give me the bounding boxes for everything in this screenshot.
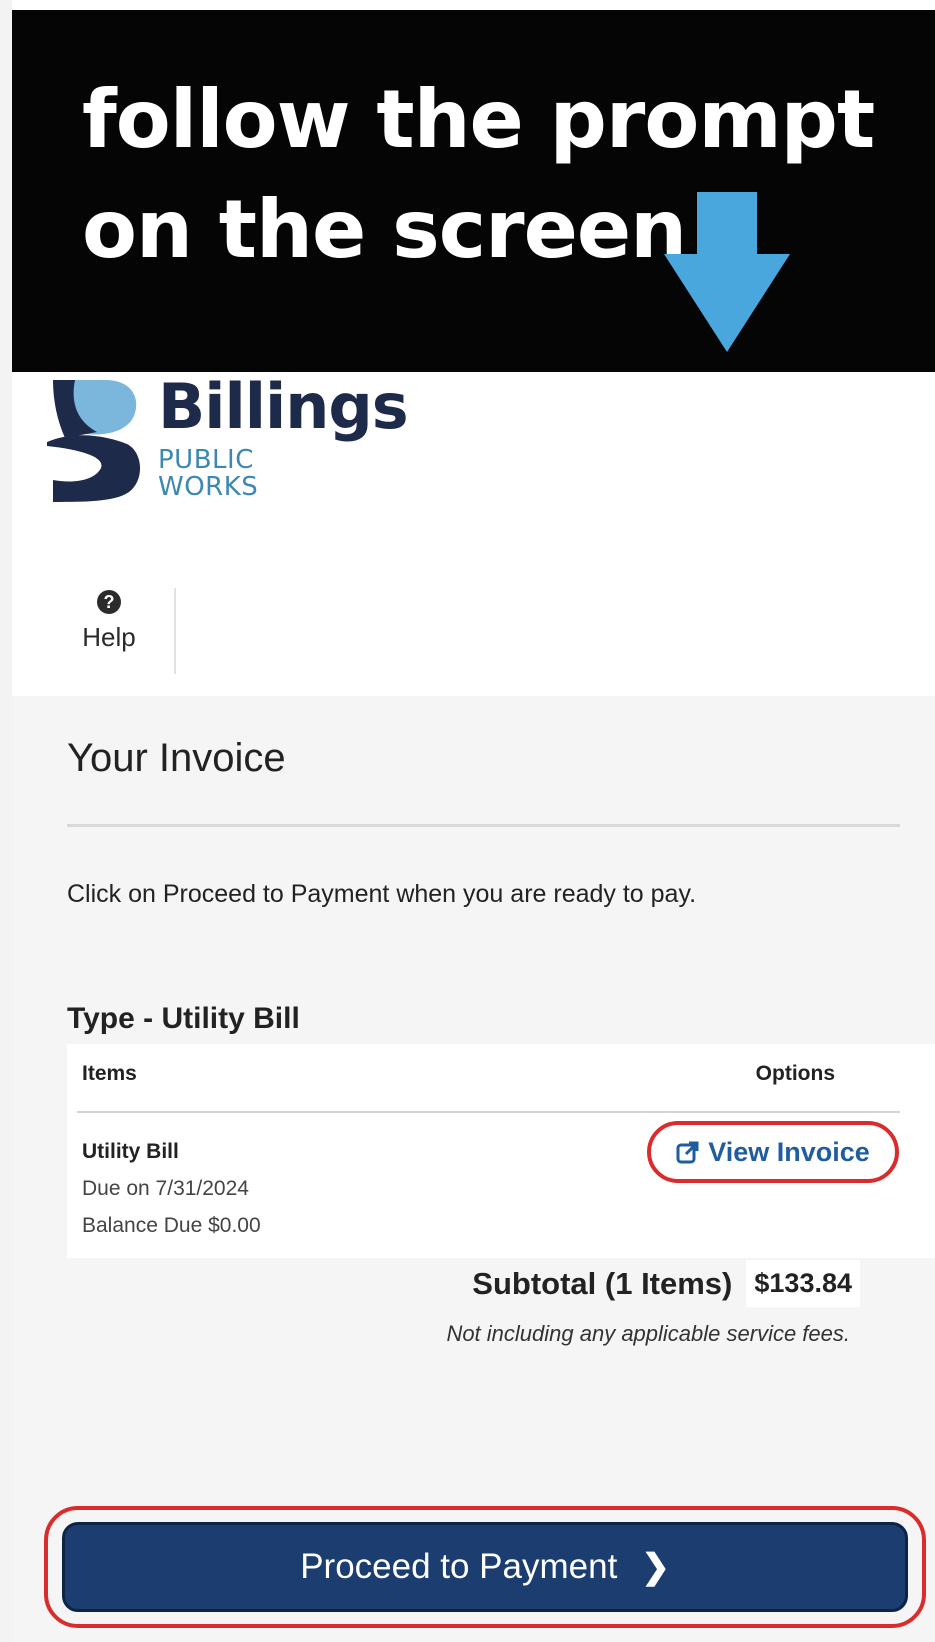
page: follow the prompt on the screen Billings… [0,0,935,1642]
item-balance: Balance Due $0.00 [82,1214,261,1237]
banner-line-1: follow the prompt [82,73,875,166]
items-table: Items Options Utility Bill Due on 7/31/2… [67,1044,935,1258]
brand-name: Billings [158,370,409,443]
column-header-options: Options [755,1062,835,1085]
external-link-icon [676,1141,699,1164]
header-divider [174,588,176,674]
subtotal: Subtotal (1 Items) $133.84 [472,1260,860,1307]
brand-sub-line-2: WORKS [158,472,259,502]
proceed-button-label: Proceed to Payment [300,1547,618,1586]
title-divider [67,824,900,827]
item-name: Utility Bill [82,1140,179,1163]
column-header-items: Items [82,1062,137,1085]
question-circle-icon: ? [97,590,121,614]
billings-logo-icon [47,380,141,502]
instruction-text: Click on Proceed to Payment when you are… [67,880,697,908]
invoice-type-heading: Type - Utility Bill [67,1002,300,1035]
brand-subtitle: PUBLIC WORKS [158,447,258,501]
subtotal-label: Subtotal (1 Items) [472,1265,733,1301]
subtotal-amount: $133.84 [746,1260,860,1307]
down-arrow-icon [664,192,790,352]
fee-note: Not including any applicable service fee… [446,1321,850,1346]
table-header-divider [77,1111,900,1113]
view-invoice-label: View Invoice [708,1136,870,1167]
proceed-to-payment-button[interactable]: Proceed to Payment ❯ [62,1522,908,1612]
brand-sub-line-1: PUBLIC [158,445,254,475]
instruction-banner: follow the prompt on the screen [12,10,935,372]
help-label: Help [82,622,136,652]
item-due-date: Due on 7/31/2024 [82,1177,249,1200]
invoice-panel: Your Invoice Click on Proceed to Payment… [12,696,935,1642]
page-edge [0,0,12,1642]
view-invoice-link[interactable]: View Invoice [647,1121,899,1183]
page-title: Your Invoice [67,736,286,780]
help-button[interactable]: ? Help [70,590,148,653]
chevron-right-icon: ❯ [641,1548,670,1586]
